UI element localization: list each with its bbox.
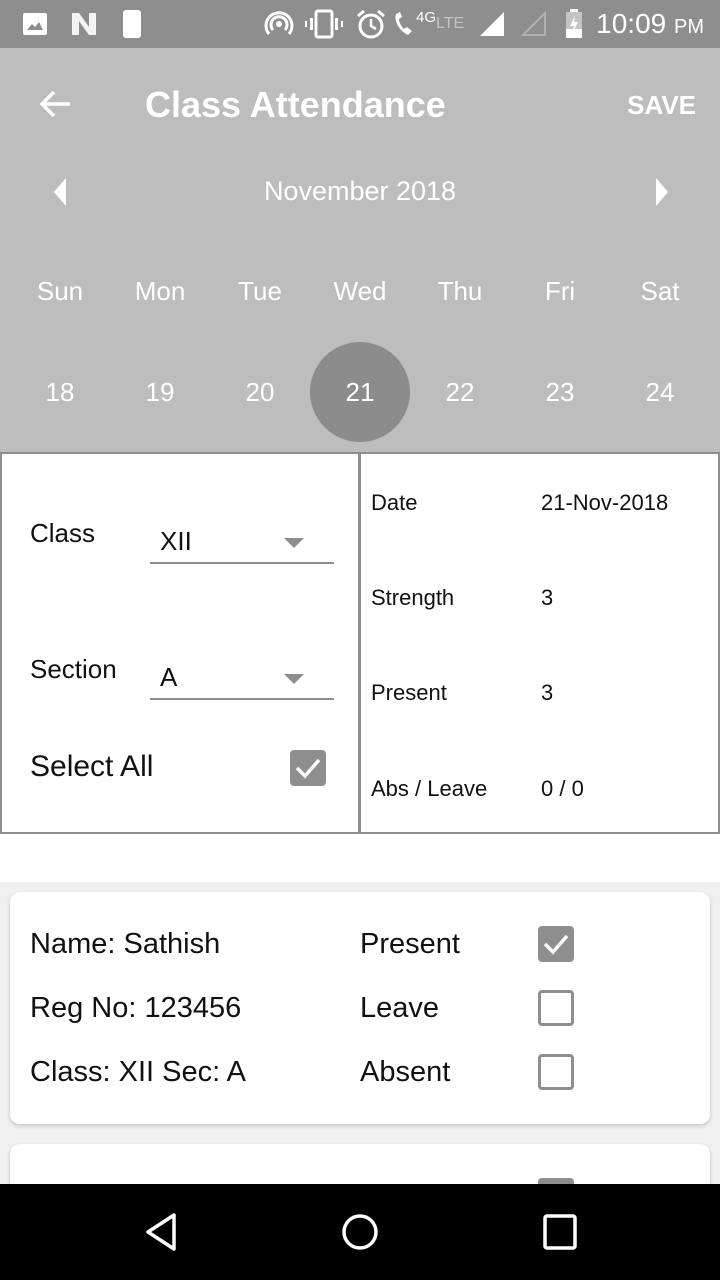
class-dropdown[interactable]: XII <box>150 514 334 564</box>
leave-label: Leave <box>360 992 440 1024</box>
student-name: Name: Sathish <box>30 928 221 960</box>
back-arrow-icon[interactable] <box>36 84 76 124</box>
moon-notification-icon <box>122 10 142 38</box>
weekday-label: Thu <box>437 276 483 306</box>
checkmark-icon <box>295 758 321 779</box>
status-bar: 4G LTE 10:09 PM <box>0 0 720 48</box>
summary-value-date: 21-Nov-2018 <box>541 490 669 515</box>
hotspot-icon <box>264 10 294 38</box>
calendar-day-selected[interactable]: 21 <box>310 342 410 442</box>
section-label: Section <box>30 654 117 684</box>
page-title: Class Attendance <box>145 84 446 125</box>
summary-label-date: Date <box>371 490 418 515</box>
summary-label-present: Present <box>371 680 447 705</box>
absent-label: Absent <box>360 1056 451 1088</box>
chevron-down-icon <box>284 674 304 684</box>
clock-ampm: PM <box>674 16 704 38</box>
weekday-label: Wed <box>333 276 387 306</box>
leave-checkbox[interactable] <box>538 990 574 1026</box>
signal-full-icon <box>478 10 508 38</box>
class-label: Class <box>30 518 96 548</box>
clock-time: 10:09 <box>596 8 667 39</box>
select-all-label: Select All <box>30 750 154 783</box>
summary-value-present: 3 <box>541 680 554 705</box>
weekday-label: Sat <box>640 276 680 306</box>
battery-charging-icon <box>564 9 584 38</box>
clock: 10:09 PM <box>596 8 704 40</box>
week-days-row: 18 19 20 21 22 23 24 <box>10 342 710 442</box>
filter-panel: Class XII Section A Select All <box>2 454 361 832</box>
class-value: XII <box>160 526 192 556</box>
calendar-day[interactable]: 19 <box>110 342 210 442</box>
weekday-label: Fri <box>544 276 576 306</box>
n-logo-icon <box>70 10 98 38</box>
alarm-icon <box>355 9 387 39</box>
present-checkbox[interactable] <box>538 926 574 962</box>
summary-label-strength: Strength <box>371 585 455 610</box>
checkmark-icon <box>543 934 569 955</box>
system-nav-bar <box>0 1184 720 1280</box>
weekday-label: Tue <box>238 276 282 306</box>
summary-value-abs-leave: 0 / 0 <box>541 776 584 801</box>
attendance-info-panel: Class XII Section A Select All Date 21-N… <box>0 452 720 834</box>
calendar-day[interactable]: 20 <box>210 342 310 442</box>
volte-call-icon: 4G <box>392 9 436 38</box>
chevron-down-icon <box>284 538 304 548</box>
calendar-day[interactable]: 24 <box>610 342 710 442</box>
summary-value-strength: 3 <box>541 585 554 610</box>
calendar-day[interactable]: 18 <box>10 342 110 442</box>
nav-home-icon[interactable] <box>340 1212 384 1252</box>
lte-icon: LTE <box>436 15 465 32</box>
image-icon <box>22 10 48 38</box>
month-label: November 2018 <box>263 176 457 206</box>
student-class-section: Class: XII Sec: A <box>30 1056 246 1088</box>
vibrate-icon <box>305 9 343 39</box>
nav-recents-icon[interactable] <box>540 1212 584 1252</box>
calendar-day[interactable]: 23 <box>510 342 610 442</box>
section-value: A <box>160 662 178 692</box>
student-reg-no: Reg No: 123456 <box>30 992 242 1024</box>
student-card: Name: Sathish Reg No: 123456 Class: XII … <box>10 892 710 1124</box>
next-month-icon[interactable] <box>652 176 672 208</box>
weekday-header: Sun Mon Tue Wed Thu Fri Sat <box>10 276 710 307</box>
section-dropdown[interactable]: A <box>150 650 334 700</box>
nav-back-icon[interactable] <box>140 1212 184 1252</box>
previous-month-icon[interactable] <box>50 176 70 208</box>
absent-checkbox[interactable] <box>538 1054 574 1090</box>
signal-empty-icon <box>520 10 550 38</box>
spacer <box>0 834 720 882</box>
weekday-label: Mon <box>134 276 186 306</box>
summary-label-abs-leave: Abs / Leave <box>371 776 488 801</box>
summary-panel: Date 21-Nov-2018 Strength 3 Present 3 Ab… <box>361 454 718 832</box>
save-button[interactable]: SAVE <box>627 90 696 121</box>
present-label: Present <box>360 928 460 960</box>
weekday-label: Sun <box>36 276 84 306</box>
calendar-day[interactable]: 22 <box>410 342 510 442</box>
app-bar: Class Attendance SAVE November 2018 Sun … <box>0 48 720 452</box>
select-all-checkbox[interactable] <box>290 750 326 786</box>
